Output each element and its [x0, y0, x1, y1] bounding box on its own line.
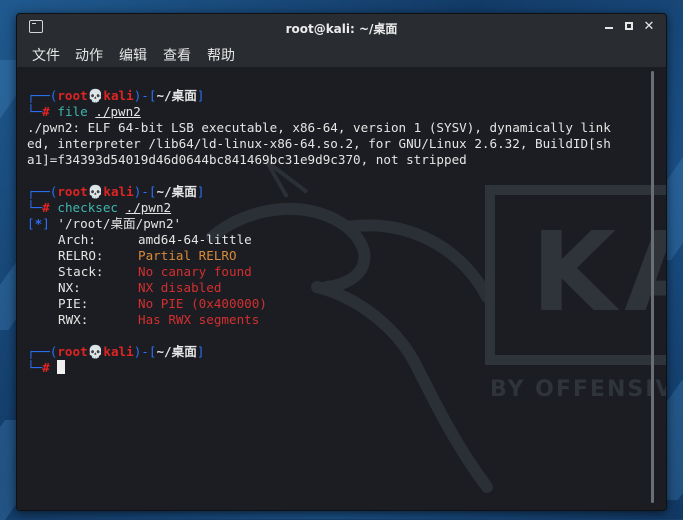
- prompt-line-3: ┌──(root💀kali)-[~/桌面]: [27, 344, 647, 360]
- checksec-nx-row: NX: NX disabled: [27, 280, 647, 296]
- checksec-arch-row: Arch: amd64-64-little: [27, 232, 647, 248]
- watermark-text-small: BY OFFENSIVE: [490, 377, 666, 402]
- menu-edit[interactable]: 编辑: [119, 45, 147, 65]
- command-line-2: └─# checksec ./pwn2: [27, 200, 647, 216]
- prompt-frame: └─: [27, 360, 43, 375]
- checksec-key: PIE:: [58, 296, 89, 311]
- scrollbar[interactable]: [651, 71, 654, 503]
- command-checksec: checksec: [57, 200, 119, 215]
- command-line-3[interactable]: └─#: [27, 360, 647, 376]
- skull-icon: 💀: [87, 184, 104, 199]
- prompt-frame: ]: [196, 88, 205, 103]
- prompt-host: kali: [103, 184, 134, 199]
- prompt-host: kali: [103, 88, 134, 103]
- checksec-value: NX disabled: [138, 280, 222, 295]
- prompt-host: kali: [103, 344, 134, 359]
- checksec-relro-row: RELRO: Partial RELRO: [27, 248, 647, 264]
- maximize-button[interactable]: [621, 19, 637, 35]
- command-arg: ./pwn2: [95, 104, 141, 119]
- text-cursor: [57, 360, 66, 374]
- command-arg: ./pwn2: [125, 200, 172, 215]
- prompt-dir: ~/桌面: [156, 184, 197, 199]
- prompt-user: root: [57, 184, 88, 199]
- checksec-value: No PIE (0x400000): [138, 296, 267, 311]
- checksec-key: RWX:: [58, 312, 89, 327]
- menu-action[interactable]: 动作: [75, 45, 103, 65]
- checksec-key: NX:: [58, 280, 81, 295]
- minimize-button[interactable]: [601, 19, 617, 35]
- prompt-hash: #: [42, 200, 50, 215]
- prompt-user: root: [57, 88, 88, 103]
- prompt-hash: #: [42, 104, 50, 119]
- command-line-1: └─# file ./pwn2: [27, 104, 647, 120]
- prompt-frame: ]: [196, 344, 205, 359]
- checksec-path-line: [*] '/root/桌面/pwn2': [27, 216, 182, 231]
- prompt-frame: )-[: [133, 88, 157, 103]
- checksec-value: No canary found: [138, 264, 252, 279]
- prompt-line-1: ┌──(root💀kali)-[~/桌面]: [27, 88, 647, 104]
- prompt-frame: ]: [196, 184, 205, 199]
- output-line: ./pwn2: ELF 64-bit LSB executable, x86-6…: [27, 120, 611, 135]
- skull-icon: 💀: [87, 88, 104, 103]
- menu-help[interactable]: 帮助: [207, 45, 235, 65]
- prompt-frame: └─: [27, 104, 43, 119]
- prompt-line-2: ┌──(root💀kali)-[~/桌面]: [27, 184, 647, 200]
- checksec-value: Partial RELRO: [138, 248, 237, 263]
- checksec-value: amd64-64-little: [138, 232, 252, 247]
- prompt-frame: )-[: [133, 344, 157, 359]
- terminal-window: root@kali: ~/桌面 ✕ 文件 动作 编辑 查看 帮助 KA BY O…: [16, 13, 667, 511]
- prompt-frame: )-[: [133, 184, 157, 199]
- output-line: ed, interpreter /lib64/ld-linux-x86-64.s…: [27, 136, 611, 151]
- prompt-hash: #: [42, 360, 50, 375]
- checksec-key: RELRO:: [58, 248, 104, 263]
- prompt-frame: ┌──(: [27, 184, 58, 199]
- checksec-rwx-row: RWX: Has RWX segments: [27, 312, 647, 328]
- checksec-key: Stack:: [58, 264, 104, 279]
- prompt-user: root: [57, 344, 88, 359]
- prompt-frame: ┌──(: [27, 88, 58, 103]
- checksec-stack-row: Stack: No canary found: [27, 264, 647, 280]
- menu-file[interactable]: 文件: [32, 45, 60, 65]
- title-bar[interactable]: root@kali: ~/桌面 ✕: [17, 14, 666, 41]
- close-button[interactable]: ✕: [641, 19, 657, 35]
- prompt-dir: ~/桌面: [156, 88, 197, 103]
- checksec-pie-row: PIE: No PIE (0x400000): [27, 296, 647, 312]
- terminal-output: ┌──(root💀kali)-[~/桌面] └─# file ./pwn2 ./…: [27, 88, 647, 376]
- menu-view[interactable]: 查看: [163, 45, 191, 65]
- command-file: file: [57, 104, 88, 119]
- skull-icon: 💀: [87, 344, 104, 359]
- window-title: root@kali: ~/桌面: [285, 22, 398, 36]
- prompt-dir: ~/桌面: [156, 344, 197, 359]
- terminal-area[interactable]: KA BY OFFENSIVE ┌──(root💀kali)-[~/桌面] └─…: [17, 67, 666, 510]
- checksec-value: Has RWX segments: [138, 312, 260, 327]
- scrollbar-thumb[interactable]: [651, 71, 654, 503]
- prompt-frame: └─: [27, 200, 43, 215]
- checksec-path: '/root/桌面/pwn2': [49, 216, 182, 231]
- menu-bar: 文件 动作 编辑 查看 帮助: [17, 41, 666, 67]
- output-line: a1]=f34393d54019d46d0644bc841469bc31e9d9…: [27, 152, 467, 167]
- checksec-key: Arch:: [58, 232, 96, 247]
- prompt-frame: ┌──(: [27, 344, 58, 359]
